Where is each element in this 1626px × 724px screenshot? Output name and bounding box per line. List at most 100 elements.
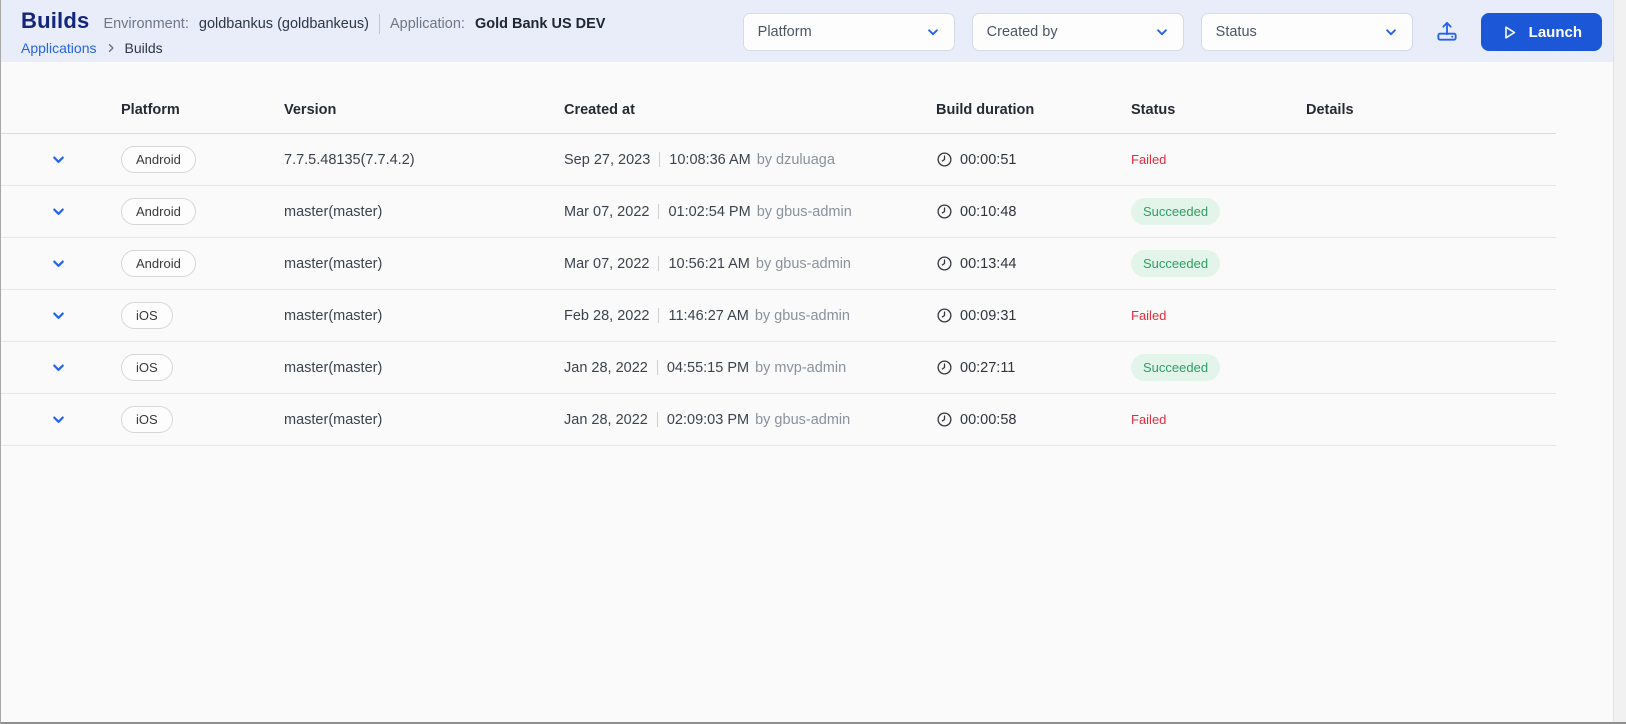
- platform-cell: Android: [121, 146, 284, 173]
- created-at-cell: Mar 07, 2022 01:02:54 PM by gbus-admin: [564, 204, 936, 220]
- clock-icon: [936, 255, 953, 272]
- created-at-cell: Feb 28, 2022 11:46:27 AM by gbus-admin: [564, 308, 936, 324]
- created-by-filter-label: Created by: [986, 24, 1058, 40]
- expand-cell: [31, 360, 121, 375]
- platform-badge: Android: [121, 198, 196, 225]
- date-time-divider: [656, 360, 658, 375]
- main-content: Platform Version Created at Build durati…: [1, 62, 1626, 446]
- expand-cell: [31, 204, 121, 219]
- build-duration-cell: 00:00:58: [936, 411, 1131, 428]
- clock-icon: [936, 411, 953, 428]
- breadcrumb: Applications Builds: [21, 40, 605, 56]
- created-by: by gbus-admin: [755, 411, 851, 428]
- status-cell: Failed: [1131, 412, 1306, 427]
- expand-cell: [31, 152, 121, 167]
- version-cell: 7.7.5.48135(7.7.4.2): [284, 151, 415, 168]
- clock-icon: [936, 359, 953, 376]
- platform-cell: Android: [121, 250, 284, 277]
- table-header-row: Platform Version Created at Build durati…: [1, 86, 1556, 134]
- version-column-header: Version: [284, 101, 337, 118]
- status-column-header: Status: [1131, 101, 1176, 118]
- breadcrumb-applications-link[interactable]: Applications: [21, 40, 97, 56]
- created-date: Jan 28, 2022: [564, 359, 648, 376]
- status-filter-dropdown[interactable]: Status: [1200, 13, 1413, 51]
- duration-text: 00:13:44: [960, 255, 1017, 272]
- duration-text: 00:09:31: [960, 307, 1017, 324]
- expand-cell: [31, 308, 121, 323]
- platform-badge: iOS: [121, 406, 173, 433]
- created-by-filter-dropdown[interactable]: Created by: [971, 13, 1184, 51]
- duration-text: 00:10:48: [960, 203, 1017, 220]
- platform-badge: Android: [121, 146, 196, 173]
- build-duration-cell: 00:27:11: [936, 359, 1131, 376]
- created-time: 02:09:03 PM: [666, 411, 750, 428]
- chevron-down-icon[interactable]: [51, 152, 66, 167]
- topbar-left: Builds Environment: goldbankus (goldbank…: [21, 8, 605, 56]
- environment-label: Environment:: [103, 16, 189, 32]
- application-label: Application:: [389, 16, 465, 32]
- chevron-down-icon[interactable]: [51, 308, 66, 323]
- duration-text: 00:00:58: [960, 411, 1017, 428]
- status-cell: Succeeded: [1131, 250, 1306, 277]
- environment-info: Environment: goldbankus (goldbankeus) Ap…: [103, 14, 605, 34]
- expand-cell: [31, 412, 121, 427]
- build-duration-column-header: Build duration: [936, 101, 1035, 118]
- created-time: 10:56:21 AM: [668, 255, 750, 272]
- topbar-right: Platform Created by Status Launch: [742, 8, 1602, 51]
- status-badge: Succeeded: [1131, 354, 1221, 381]
- platform-column-header: Platform: [121, 101, 180, 118]
- environment-value: goldbankus (goldbankeus): [198, 16, 369, 32]
- status-cell: Succeeded: [1131, 198, 1306, 225]
- chevron-down-icon: [926, 25, 940, 39]
- build-duration-cell: 00:09:31: [936, 307, 1131, 324]
- chevron-down-icon[interactable]: [51, 204, 66, 219]
- meta-divider: [378, 14, 380, 34]
- created-time: 01:02:54 PM: [668, 203, 751, 220]
- table-row: Android master(master) Mar 07, 2022 10:5…: [1, 238, 1556, 290]
- chevron-right-icon: [105, 42, 117, 54]
- details-column-header: Details: [1306, 101, 1354, 118]
- created-time: 10:08:36 AM: [669, 151, 751, 168]
- table-row: Android 7.7.5.48135(7.7.4.2) Sep 27, 202…: [1, 134, 1556, 186]
- version-cell: master(master): [284, 307, 383, 324]
- created-date: Mar 07, 2022: [564, 255, 650, 272]
- chevron-down-icon: [1384, 25, 1398, 39]
- created-time: 04:55:15 PM: [666, 359, 750, 376]
- scrollbar-track[interactable]: [1613, 0, 1626, 722]
- status-badge: Failed: [1131, 308, 1167, 323]
- date-time-divider: [659, 152, 661, 167]
- platform-filter-dropdown[interactable]: Platform: [742, 13, 955, 51]
- created-by: by mvp-admin: [755, 359, 847, 376]
- created-date: Mar 07, 2022: [564, 203, 650, 220]
- duration-text: 00:00:51: [960, 151, 1017, 168]
- table-body: Android 7.7.5.48135(7.7.4.2) Sep 27, 202…: [1, 134, 1556, 446]
- platform-badge: iOS: [121, 354, 173, 381]
- upload-button[interactable]: [1434, 18, 1460, 47]
- build-duration-cell: 00:00:51: [936, 151, 1131, 168]
- chevron-down-icon[interactable]: [51, 412, 66, 427]
- chevron-down-icon[interactable]: [51, 256, 66, 271]
- platform-cell: iOS: [121, 354, 284, 381]
- created-at-cell: Jan 28, 2022 02:09:03 PM by gbus-admin: [564, 412, 936, 428]
- created-at-cell: Jan 28, 2022 04:55:15 PM by mvp-admin: [564, 360, 936, 376]
- version-cell: master(master): [284, 255, 383, 272]
- created-by: by gbus-admin: [754, 307, 850, 324]
- created-at-cell: Sep 27, 2023 10:08:36 AM by dzuluaga: [564, 152, 936, 168]
- created-time: 11:46:27 AM: [668, 307, 749, 324]
- title-row: Builds Environment: goldbankus (goldbank…: [21, 8, 605, 34]
- table-row: Android master(master) Mar 07, 2022 01:0…: [1, 186, 1556, 238]
- platform-cell: Android: [121, 198, 284, 225]
- created-by: by dzuluaga: [756, 151, 835, 168]
- builds-table: Platform Version Created at Build durati…: [1, 86, 1556, 446]
- expand-cell: [31, 256, 121, 271]
- chevron-down-icon[interactable]: [51, 360, 66, 375]
- date-time-divider: [656, 412, 658, 427]
- clock-icon: [936, 151, 953, 168]
- status-filter-label: Status: [1215, 24, 1257, 40]
- status-badge: Failed: [1131, 152, 1167, 167]
- duration-text: 00:27:11: [960, 359, 1016, 376]
- topbar: Builds Environment: goldbankus (goldbank…: [1, 0, 1626, 62]
- clock-icon: [936, 203, 953, 220]
- launch-button[interactable]: Launch: [1480, 13, 1602, 51]
- status-cell: Succeeded: [1131, 354, 1306, 381]
